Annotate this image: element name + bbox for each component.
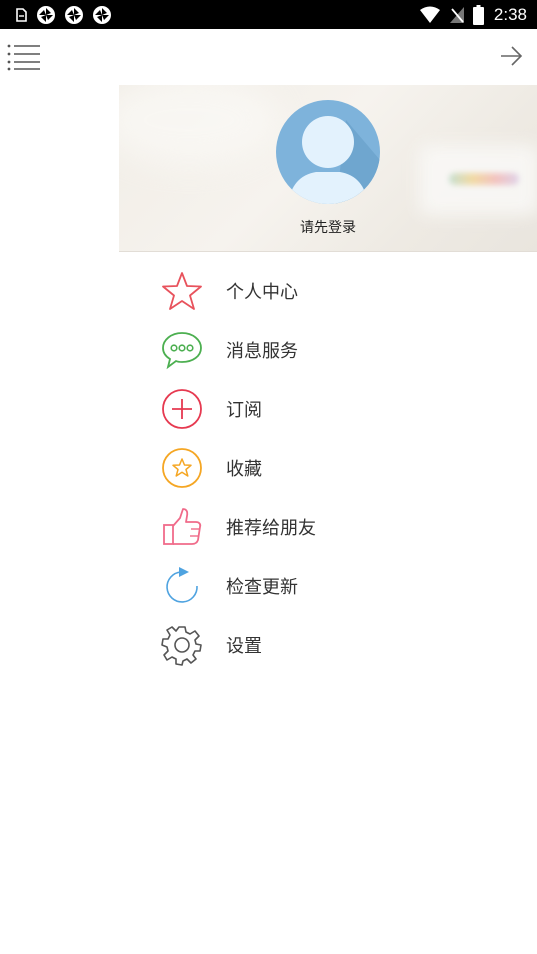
sim-notification-icon — [16, 7, 27, 22]
sync-notification-icon — [93, 5, 111, 24]
wifi-icon — [419, 6, 440, 23]
star-outline-icon — [161, 270, 203, 312]
refresh-icon — [161, 565, 203, 607]
menu-button[interactable] — [6, 43, 42, 71]
menu-item-favorites[interactable]: 收藏 — [119, 438, 537, 497]
hamburger-menu-icon — [7, 44, 40, 71]
menu-item-settings[interactable]: 设置 — [119, 615, 537, 674]
battery-icon — [472, 4, 484, 25]
menu-item-label: 订阅 — [226, 399, 262, 421]
close-drawer-button[interactable] — [499, 45, 523, 67]
gear-icon — [161, 624, 203, 666]
drawer-scrim[interactable] — [0, 85, 119, 954]
menu-item-messages[interactable]: 消息服务 — [119, 320, 537, 379]
menu-item-label: 消息服务 — [226, 340, 298, 362]
sync-notification-icon — [65, 5, 83, 24]
menu-item-label: 设置 — [226, 635, 262, 657]
plus-circle-icon — [161, 388, 203, 430]
thumbs-up-icon — [161, 506, 203, 548]
menu-item-recommend[interactable]: 推荐给朋友 — [119, 497, 537, 556]
avatar[interactable] — [276, 100, 380, 204]
status-bar-notifications — [14, 5, 112, 25]
arrow-right-icon — [501, 46, 523, 66]
status-bar-system: 2:38 — [419, 4, 527, 25]
menu-item-label: 个人中心 — [226, 281, 298, 303]
menu-item-subscribe[interactable]: 订阅 — [119, 379, 537, 438]
star-circle-icon — [161, 447, 203, 489]
profile-header: 请先登录 — [119, 85, 537, 252]
menu-item-label: 收藏 — [226, 458, 262, 480]
no-signal-icon — [449, 6, 464, 23]
login-prompt[interactable]: 请先登录 — [119, 217, 537, 237]
menu-item-personal-center[interactable]: 个人中心 — [119, 261, 537, 320]
top-bar — [0, 29, 537, 85]
sync-notification-icon — [37, 5, 55, 24]
menu-item-label: 检查更新 — [226, 576, 298, 598]
menu-item-label: 推荐给朋友 — [226, 517, 316, 539]
status-bar: 2:38 — [0, 0, 537, 29]
background-blur — [119, 85, 279, 165]
background-blur — [449, 173, 519, 185]
drawer-menu: 个人中心 消息服务 订阅 收藏 推荐给朋友 检查更新 设置 — [119, 261, 537, 674]
menu-item-check-update[interactable]: 检查更新 — [119, 556, 537, 615]
default-avatar-icon — [276, 100, 380, 204]
status-time: 2:38 — [493, 4, 527, 24]
chat-bubble-icon — [161, 329, 203, 371]
